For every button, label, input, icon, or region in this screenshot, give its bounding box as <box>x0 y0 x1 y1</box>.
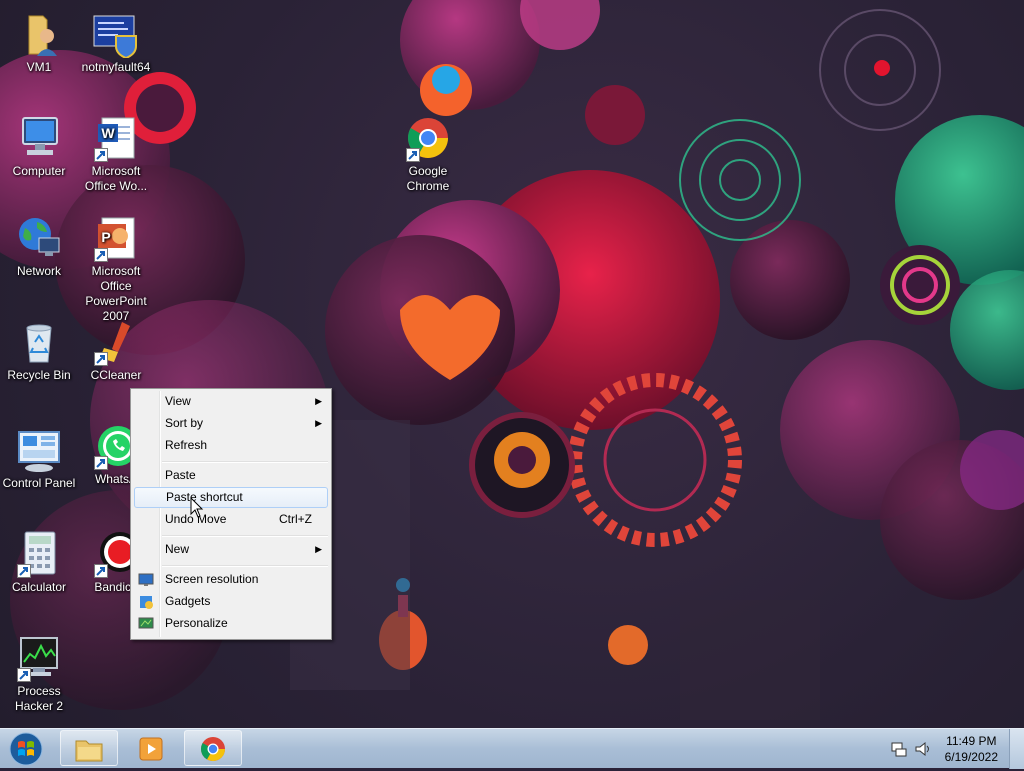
program-shield-icon <box>93 15 137 58</box>
shortcut-arrow-icon <box>94 248 108 262</box>
shortcut-arrow-icon <box>94 564 108 578</box>
desktop-icon-calculator[interactable]: Calculator <box>1 530 77 595</box>
desktop-icon-word[interactable]: W Microsoft Office Wo... <box>78 114 154 194</box>
menu-item-refresh[interactable]: Refresh <box>134 435 328 456</box>
mouse-cursor-icon <box>190 497 204 518</box>
menu-item-label: Paste <box>165 468 196 482</box>
menu-item-label: View <box>165 394 191 408</box>
desktop-icon-control-panel[interactable]: Control Panel <box>1 426 77 491</box>
desktop-icon-label: Calculator <box>11 580 67 594</box>
shortcut-arrow-icon <box>94 352 108 366</box>
submenu-arrow-icon: ▶ <box>315 544 322 554</box>
clock-time: 11:49 PM <box>946 734 997 748</box>
menu-item-undo-move[interactable]: Undo Move Ctrl+Z <box>134 509 328 530</box>
computer-icon <box>22 117 58 155</box>
submenu-arrow-icon: ▶ <box>315 396 322 406</box>
taskbar-chrome-button[interactable] <box>184 730 242 766</box>
clock-date: 6/19/2022 <box>944 750 998 764</box>
menu-item-label: Screen resolution <box>165 572 259 586</box>
recycle-bin-icon <box>26 324 52 363</box>
desktop-icon-chrome[interactable]: Google Chrome <box>390 114 466 194</box>
taskbar: 11:49 PM 6/19/2022 <box>0 728 1024 769</box>
menu-item-personalize[interactable]: Personalize <box>134 613 328 634</box>
volume-icon[interactable] <box>914 740 932 758</box>
desktop-icon-label: Network <box>16 264 61 278</box>
control-panel-icon <box>18 431 60 472</box>
menu-item-paste[interactable]: Paste <box>134 465 328 486</box>
start-button[interactable] <box>4 730 48 768</box>
show-desktop-button[interactable] <box>1009 729 1024 769</box>
desktop-icon-network[interactable]: Network <box>1 214 77 279</box>
menu-separator <box>162 535 328 537</box>
taskbar-media-player-button[interactable] <box>122 730 180 766</box>
media-player-icon <box>139 737 163 761</box>
desktop-icon-label: Process Hacker 2 <box>14 684 64 713</box>
chrome-icon <box>201 737 225 762</box>
desktop-icon-ccleaner[interactable]: CCleaner <box>78 318 154 383</box>
shortcut-arrow-icon <box>17 564 31 578</box>
windows-logo-icon <box>9 732 43 766</box>
menu-separator <box>162 461 328 463</box>
desktop-context-menu: View ▶ Sort by ▶ Refresh Paste Paste sho… <box>130 388 332 640</box>
menu-item-sort-by[interactable]: Sort by ▶ <box>134 413 328 434</box>
menu-item-label: New <box>165 542 190 556</box>
menu-item-paste-shortcut[interactable]: Paste shortcut <box>134 487 328 508</box>
desktop-icon-computer[interactable]: Computer <box>1 114 77 179</box>
desktop-icon-label: notmyfault64 <box>81 60 151 74</box>
desktop-icon-label: Microsoft Office PowerPoint 2007 <box>85 264 147 323</box>
desktop-icon-recycle-bin[interactable]: Recycle Bin <box>1 318 77 383</box>
desktop-icon-vm1[interactable]: VM1 <box>1 10 77 75</box>
menu-item-label: Personalize <box>165 616 228 630</box>
desktop-icon-label: Control Panel <box>2 476 76 490</box>
desktop-icon-powerpoint[interactable]: P Microsoft Office PowerPoint 2007 <box>78 214 154 324</box>
desktop-icon-label: Google Chrome <box>406 164 450 193</box>
menu-item-label: Refresh <box>165 438 208 452</box>
desktop-icon-label: Microsoft Office Wo... <box>84 164 148 193</box>
desktop-icon-label: CCleaner <box>90 368 142 382</box>
taskbar-clock[interactable]: 11:49 PM 6/19/2022 <box>945 733 998 765</box>
menu-item-label: Gadgets <box>165 594 211 608</box>
desktop-icon-label: Recycle Bin <box>7 368 71 382</box>
menu-item-label: Paste shortcut <box>166 490 243 504</box>
menu-item-gadgets[interactable]: Gadgets <box>134 591 328 612</box>
menu-separator <box>162 565 328 567</box>
folder-user-icon <box>28 15 57 56</box>
folder-icon <box>75 740 103 762</box>
network-tray-icon[interactable] <box>890 740 908 758</box>
menu-item-view[interactable]: View ▶ <box>134 391 328 412</box>
svg-text:W: W <box>101 125 115 141</box>
shortcut-arrow-icon <box>406 148 420 162</box>
menu-item-screen-resolution[interactable]: Screen resolution <box>134 569 328 590</box>
shortcut-arrow-icon <box>94 148 108 162</box>
personalize-icon <box>138 617 154 629</box>
submenu-arrow-icon: ▶ <box>315 418 322 428</box>
desktop-icon-label: VM1 <box>26 60 52 74</box>
desktop-icon-process-hacker[interactable]: Process Hacker 2 <box>1 634 77 714</box>
shortcut-arrow-icon <box>94 456 108 470</box>
shortcut-arrow-icon <box>17 668 31 682</box>
svg-text:P: P <box>101 229 110 245</box>
menu-item-label: Sort by <box>165 416 204 430</box>
monitor-icon <box>138 573 154 586</box>
taskbar-explorer-button[interactable] <box>60 730 118 766</box>
gadgets-icon <box>140 596 153 609</box>
menu-item-new[interactable]: New ▶ <box>134 539 328 560</box>
menu-item-shortcut: Ctrl+Z <box>279 512 312 526</box>
desktop-icon-notmyfault64[interactable]: notmyfault64 <box>78 10 154 75</box>
desktop-icon-label: Computer <box>12 164 66 178</box>
network-icon <box>19 218 60 256</box>
